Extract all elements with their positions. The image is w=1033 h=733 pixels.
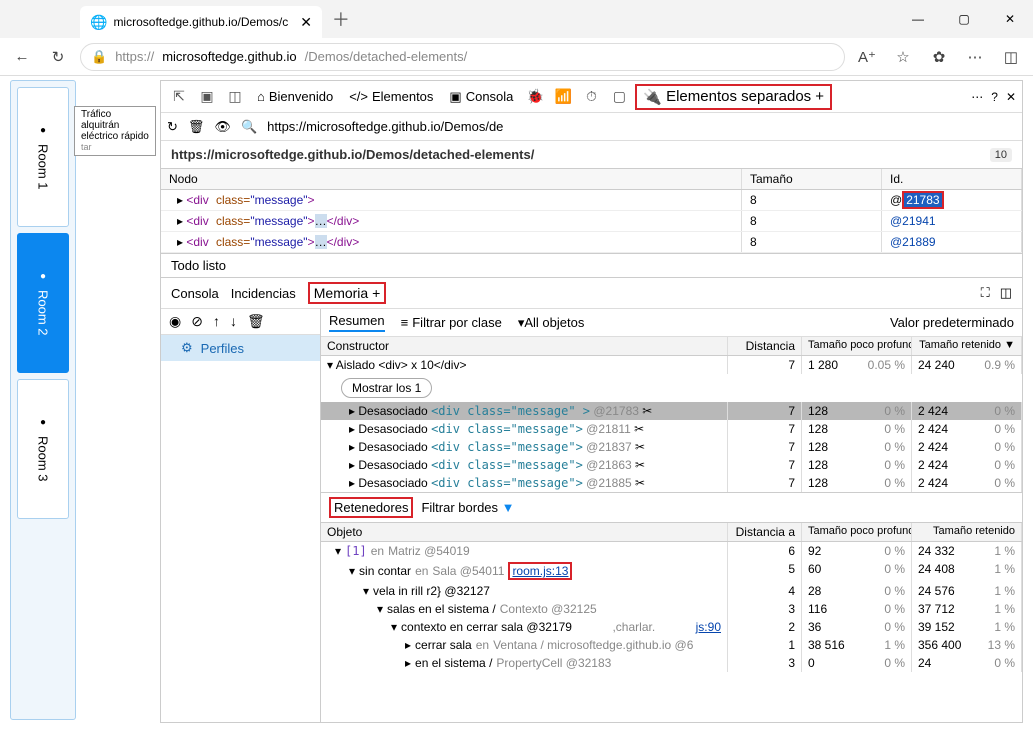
memory-sidebar: ◉ ⊘ ↑ ↓ 🗑 ⚙ Perfiles xyxy=(161,309,321,722)
retainer-row[interactable]: ▾ contexto en cerrar sala @32179 ,charla… xyxy=(321,618,1022,636)
tab-bienvenido[interactable]: ⌂Bienvenido xyxy=(251,89,339,104)
device-icon[interactable]: ▣ xyxy=(195,88,219,105)
favorite-icon[interactable]: ☆ xyxy=(889,43,917,71)
perf-icon[interactable]: ⏱ xyxy=(579,88,603,105)
retainers-header: Objeto Distancia a Tamaño poco profundo … xyxy=(321,523,1022,542)
show-button[interactable]: Mostrar los 1 xyxy=(341,378,432,398)
menu-icon[interactable]: ⋯ xyxy=(961,43,989,71)
retainer-row[interactable]: ▾ salas en el sistema / Contexto @321253… xyxy=(321,600,1022,618)
memory-row[interactable]: ▸ Desasociado <div class="message"> @218… xyxy=(321,474,1022,492)
clear-icon[interactable]: ⊘ xyxy=(191,313,203,330)
up-icon[interactable]: ↑ xyxy=(213,313,220,330)
close-tab-icon[interactable]: ✕ xyxy=(300,14,312,31)
page-sidebar: Room 1 Room 2 Room 3 xyxy=(10,80,76,720)
drawer-dock-icon[interactable]: ◫ xyxy=(1000,285,1012,301)
room-2[interactable]: Room 2 xyxy=(17,233,69,373)
reload-icon[interactable]: ↻ xyxy=(167,119,178,135)
reader-icon[interactable]: A⁺ xyxy=(853,43,881,71)
record-icon[interactable]: ◉ xyxy=(169,313,181,330)
help-icon[interactable]: ? xyxy=(991,90,998,104)
section-header: https://microsoftedge.github.io/Demos/de… xyxy=(161,141,1022,162)
memory-row[interactable]: ▸ Desasociado <div class="message" > @21… xyxy=(321,402,1022,420)
status-bar: Todo listo xyxy=(161,253,1022,278)
address-bar: ← ↻ 🔒 https://microsoftedge.github.io/De… xyxy=(0,38,1033,76)
tab-consola-drawer[interactable]: Consola xyxy=(171,286,219,301)
code-icon: </> xyxy=(349,89,368,104)
back-button[interactable]: ← xyxy=(8,43,36,71)
tab-incidencias[interactable]: Incidencias xyxy=(231,286,296,301)
filter-all[interactable]: ▾All objetos xyxy=(518,315,585,331)
room-1[interactable]: Room 1 xyxy=(17,87,69,227)
more-icon[interactable]: ⋯ xyxy=(971,90,983,104)
count-badge: 10 xyxy=(990,148,1012,162)
retainer-row[interactable]: ▾ vela in rill r2} @321274280 %24 5761 % xyxy=(321,582,1022,600)
globe-icon: 🌐 xyxy=(90,14,107,31)
profiles-item[interactable]: ⚙ Perfiles xyxy=(161,335,320,361)
close-window-button[interactable]: ✕ xyxy=(987,0,1033,38)
minimize-button[interactable]: — xyxy=(895,0,941,38)
console-icon: ▣ xyxy=(449,89,461,105)
maximize-button[interactable]: ▢ xyxy=(941,0,987,38)
memory-row[interactable]: ▸ Desasociado <div class="message"> @218… xyxy=(321,420,1022,438)
browser-tab[interactable]: 🌐 microsoftedge.github.io/Demos/c ✕ xyxy=(80,6,322,38)
memory-header: Constructor Distancia Tamaño poco profun… xyxy=(321,337,1022,356)
devtools-tabs: ⇱ ▣ ◫ ⌂Bienvenido </>Elementos ▣Consola … xyxy=(161,81,1022,113)
close-devtools-icon[interactable]: ✕ xyxy=(1006,90,1016,104)
titlebar: 🌐 microsoftedge.github.io/Demos/c ✕ ＋ — … xyxy=(0,0,1033,38)
wifi-icon[interactable]: 📶 xyxy=(551,88,575,105)
eye-icon[interactable]: 👁 xyxy=(214,119,231,135)
retainers-tabs: Retenedores Filtrar bordes ▼ xyxy=(321,492,1022,523)
refresh-button[interactable]: ↻ xyxy=(44,43,72,71)
inspect-icon[interactable]: ⇱ xyxy=(167,88,191,105)
table-row[interactable]: ▸ <div class="message">…</div>8@21941 xyxy=(161,211,1022,232)
retainer-row[interactable]: ▸ en el sistema / PropertyCell @32183300… xyxy=(321,654,1022,672)
table-row[interactable]: ▸ <div class="message">…</div>8@21889 xyxy=(161,232,1022,253)
retainer-row[interactable]: ▾ sin contar en Sala @54011 room.js:1356… xyxy=(321,560,1022,582)
sub-url: https://microsoftedge.github.io/Demos/de xyxy=(267,119,503,134)
tab-resumen[interactable]: Resumen xyxy=(329,313,385,332)
tab-consola[interactable]: ▣Consola xyxy=(443,89,519,105)
sort-valor[interactable]: Valor predeterminado xyxy=(890,315,1014,330)
memory-toolbar: Resumen Filtrar por clase ▾All objetos V… xyxy=(321,309,1022,337)
memory-row[interactable]: ▸ Desasociado <div class="message"> @218… xyxy=(321,456,1022,474)
drawer-expand-icon[interactable]: ⛶ xyxy=(981,285,990,301)
filter-class[interactable]: Filtrar por clase xyxy=(401,315,502,330)
plugin-icon: 🔌 xyxy=(643,88,662,106)
tab-detached-elements[interactable]: 🔌Elementos separados + xyxy=(635,84,832,110)
bug-icon[interactable]: 🐞 xyxy=(523,88,547,105)
dock-icon[interactable]: ◫ xyxy=(223,88,247,105)
memory-row[interactable]: ▾ Aislado <div> x 10</div> 7 1 2800.05 %… xyxy=(321,356,1022,374)
room-3[interactable]: Room 3 xyxy=(17,379,69,519)
sidebar-icon[interactable]: ◫ xyxy=(997,43,1025,71)
home-icon: ⌂ xyxy=(257,89,265,104)
table-header: Nodo Tamaño Id. xyxy=(161,168,1022,190)
settings-icon: ⚙ xyxy=(181,340,193,356)
source-link[interactable]: room.js:13 xyxy=(508,562,572,580)
new-tab-button[interactable]: ＋ xyxy=(332,6,350,32)
devtools-toolbar: ↻ 🗑 👁 🔍 https://microsoftedge.github.io/… xyxy=(161,113,1022,141)
gc-icon[interactable]: 🗑 xyxy=(247,313,265,330)
app-icon[interactable]: ▢ xyxy=(607,88,631,105)
url-field[interactable]: 🔒 https://microsoftedge.github.io/Demos/… xyxy=(80,43,845,71)
drawer-tabs: Consola Incidencias Memoria + ⛶ ◫ xyxy=(161,278,1022,309)
retainer-row[interactable]: ▸ cerrar sala en Ventana / microsoftedge… xyxy=(321,636,1022,654)
memory-row[interactable]: ▸ Desasociado <div class="message"> @218… xyxy=(321,438,1022,456)
tab-retenedores[interactable]: Retenedores xyxy=(329,497,413,518)
retainer-row[interactable]: ▾ [1] en Matriz @540196920 %24 3321 % xyxy=(321,542,1022,560)
delete-icon[interactable]: 🗑 xyxy=(188,119,205,135)
source-link[interactable]: js:90 xyxy=(696,620,721,634)
tab-memoria[interactable]: Memoria + xyxy=(308,282,387,304)
filter-edges[interactable]: Filtrar bordes ▼ xyxy=(421,500,514,515)
tab-title: microsoftedge.github.io/Demos/c xyxy=(113,15,288,29)
tab-elementos[interactable]: </>Elementos xyxy=(343,89,439,104)
devtools-panel: ⇱ ▣ ◫ ⌂Bienvenido </>Elementos ▣ Consola … xyxy=(160,80,1023,723)
tooltip: Tráfico alquitrán eléctrico rápidotar xyxy=(74,106,156,156)
extensions-icon[interactable]: ✿ xyxy=(925,43,953,71)
lock-icon: 🔒 xyxy=(91,49,107,65)
down-icon[interactable]: ↓ xyxy=(230,313,237,330)
search-icon[interactable]: 🔍 xyxy=(241,119,257,135)
table-row[interactable]: ▸ <div class="message">8@21783 xyxy=(161,190,1022,211)
